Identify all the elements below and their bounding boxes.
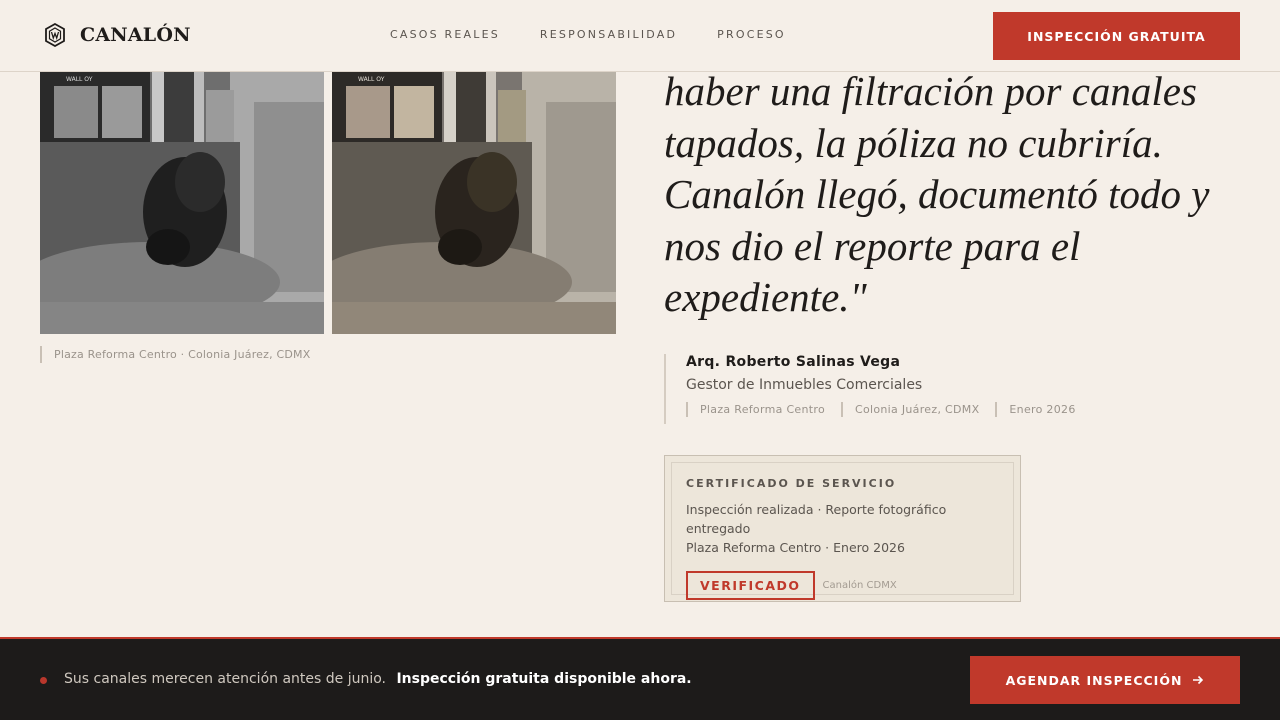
photo-caption: Plaza Reforma Centro · Colonia Juárez, C… [40,346,311,363]
schedule-inspection-label: AGENDAR INSPECCIÓN [1005,672,1183,688]
meta-date: Enero 2026 [995,402,1075,417]
before-photo: WALL OY [40,72,324,334]
certificate-inner: CERTIFICADO DE SERVICIO Inspección reali… [671,462,1014,600]
verified-stamp: VERIFICADO [686,571,815,600]
meta-location: Plaza Reforma Centro [686,402,825,417]
certificate-brand: Canalón CDMX [822,580,897,591]
logo-text: CANALÓN [80,24,191,46]
testimonial-quote: haber una filtración por canales tapados… [664,68,1210,320]
status-dot-icon [40,677,47,684]
logo[interactable]: CANALÓN [44,23,191,47]
bottom-message-text: Sus canales merecen atención antes de ju… [64,671,386,687]
nav-proceso[interactable]: PROCESO [717,28,786,41]
main-nav: CASOS REALES RESPONSABILIDAD PROCESO [390,28,786,41]
testimonial-meta: Plaza Reforma Centro Colonia Juárez, CDM… [686,402,1076,417]
bottom-message-emphasis: Inspección gratuita disponible ahora. [396,671,692,687]
site-header: CANALÓN CASOS REALES RESPONSABILIDAD PRO… [0,0,1280,72]
meta-neighborhood: Colonia Juárez, CDMX [841,402,979,417]
arrow-right-icon [1193,675,1204,685]
nav-casos-reales[interactable]: CASOS REALES [390,28,500,41]
bottom-message: Sus canales merecen atención antes de ju… [64,671,692,687]
certificate-title: CERTIFICADO DE SERVICIO [686,477,897,490]
after-photo: WALL OY [332,72,616,334]
logo-icon [45,23,65,47]
svg-text:WALL OY: WALL OY [358,76,385,83]
svg-text:WALL OY: WALL OY [66,76,93,83]
schedule-inspection-button[interactable]: AGENDAR INSPECCIÓN [970,656,1240,704]
free-inspection-button[interactable]: INSPECCIÓN GRATUITA [993,12,1240,60]
bottom-cta-bar: Sus canales merecen atención antes de ju… [0,637,1280,720]
nav-responsabilidad[interactable]: RESPONSABILIDAD [540,28,677,41]
testimonial-attribution: Arq. Roberto Salinas Vega Gestor de Inmu… [664,354,1076,424]
author-name: Arq. Roberto Salinas Vega [686,354,901,370]
certificate-line-1: Inspección realizada · Reporte fotográfi… [686,502,947,536]
author-role: Gestor de Inmuebles Comerciales [686,377,923,393]
certificate-line-2: Plaza Reforma Centro · Enero 2026 [686,540,905,555]
service-certificate: CERTIFICADO DE SERVICIO Inspección reali… [664,455,1021,602]
